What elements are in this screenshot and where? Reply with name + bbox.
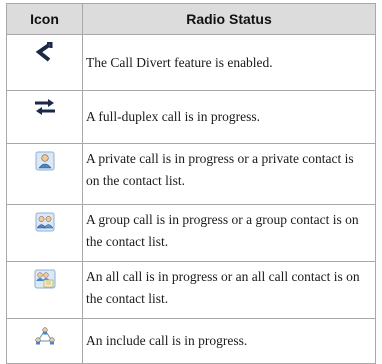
all-call-icon <box>34 269 56 294</box>
call-divert-icon <box>35 41 55 69</box>
status-column-header: Radio Status <box>82 3 376 35</box>
table-row: A group call is in progress or a group c… <box>6 204 376 262</box>
include-call-icon <box>34 326 56 351</box>
radio-status-table: Icon Radio Status The Call Divert featur… <box>6 3 376 364</box>
radio-status-text: The Call Divert feature is enabled. <box>82 34 376 91</box>
table-row: The Call Divert feature is enabled. <box>6 34 376 91</box>
table-row: A private call is in progress or a priva… <box>6 143 376 205</box>
radio-status-text: A private call is in progress or a priva… <box>82 143 376 205</box>
table-row: An all call is in progress or an all cal… <box>6 261 376 319</box>
radio-status-text: An all call is in progress or an all cal… <box>82 261 376 319</box>
table-row: A full-duplex call is in progress. <box>6 90 376 144</box>
radio-status-text: An include call is in progress. <box>82 318 376 364</box>
table-header-row: Icon Radio Status <box>6 3 376 35</box>
icon-column-header: Icon <box>6 3 83 35</box>
group-call-icon <box>35 212 55 237</box>
full-duplex-call-icon <box>33 98 57 121</box>
radio-status-text: A full-duplex call is in progress. <box>82 90 376 144</box>
table-row: An include call is in progress. <box>6 318 376 364</box>
private-call-icon <box>35 151 55 176</box>
radio-status-text: A group call is in progress or a group c… <box>82 204 376 262</box>
